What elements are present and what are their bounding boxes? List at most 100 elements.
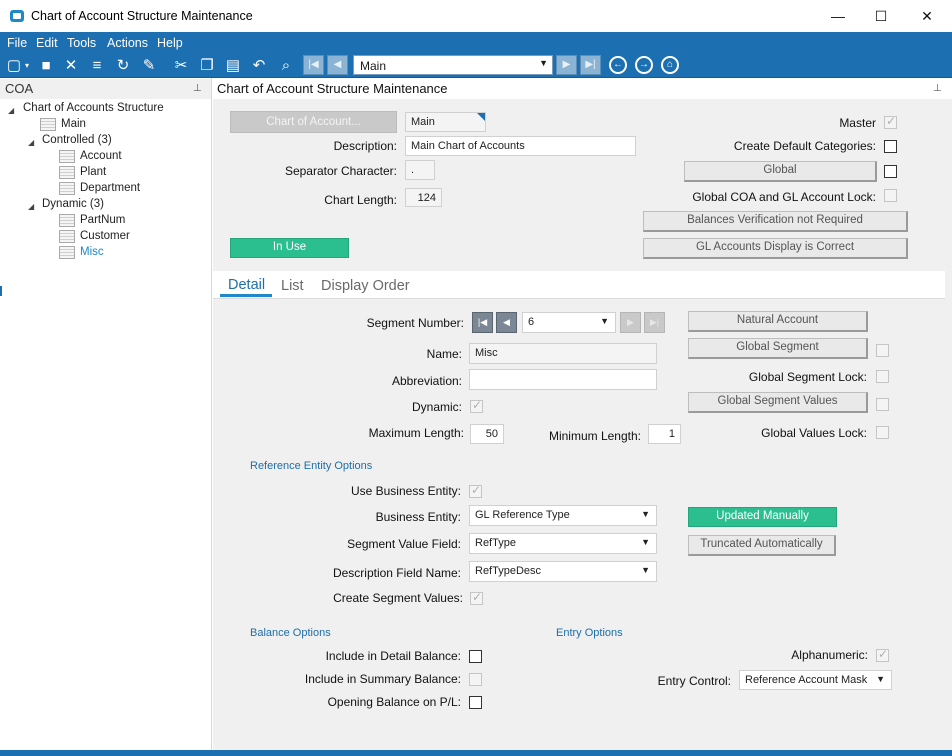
record-combo[interactable]: Main ▼ (353, 55, 553, 75)
last-segment-icon[interactable]: ▶| (644, 312, 665, 333)
global-coa-lock-checkbox[interactable] (884, 189, 897, 202)
search-icon[interactable]: ⌕ (276, 56, 296, 76)
document-icon (40, 118, 56, 131)
global-checkbox[interactable] (884, 165, 897, 178)
tree-node-main[interactable]: Main (61, 118, 86, 130)
abbreviation-field[interactable] (469, 369, 657, 390)
collapse-icon[interactable]: ◢ (28, 138, 34, 147)
first-segment-icon[interactable]: |◀ (472, 312, 493, 333)
bottom-status-strip (0, 750, 952, 756)
include-summary-balance-checkbox[interactable] (469, 673, 482, 686)
global-button[interactable]: Global (684, 161, 877, 182)
separator-field[interactable]: . (405, 160, 435, 180)
natural-account-button[interactable]: Natural Account (688, 311, 868, 332)
tree-node-misc[interactable]: Misc (80, 246, 104, 258)
global-segment-checkbox[interactable] (876, 344, 889, 357)
global-segment-button[interactable]: Global Segment (688, 338, 868, 359)
pin-icon[interactable]: ⊥ (933, 83, 942, 94)
cut-icon[interactable]: ✂ (171, 56, 191, 76)
maximize-button[interactable]: ☐ (858, 0, 904, 32)
opening-balance-checkbox[interactable] (469, 696, 482, 709)
description-field-name-combo[interactable]: RefTypeDesc ▼ (469, 561, 657, 582)
last-record-icon[interactable]: ▶| (580, 55, 601, 75)
alphanumeric-checkbox[interactable] (876, 647, 889, 662)
business-entity-combo[interactable]: GL Reference Type ▼ (469, 505, 657, 526)
use-business-entity-checkbox[interactable] (469, 483, 482, 498)
new-icon[interactable]: ▢ (4, 56, 24, 76)
global-segment-lock-label: Global Segment Lock: (748, 370, 867, 384)
tab-list[interactable]: List (281, 278, 304, 294)
book-icon[interactable]: ≡ (87, 56, 107, 76)
global-segment-values-checkbox[interactable] (876, 398, 889, 411)
entry-control-combo[interactable]: Reference Account Mask ▼ (739, 670, 892, 690)
save-icon[interactable]: ■ (36, 56, 56, 76)
undo-icon[interactable]: ↶ (249, 56, 269, 76)
master-checkbox[interactable] (884, 114, 897, 129)
chevron-down-icon[interactable]: ▼ (641, 565, 650, 575)
segment-number-combo[interactable]: 6 ▼ (522, 312, 616, 333)
tree-node-dynamic[interactable]: Dynamic (3) (42, 198, 104, 210)
copy-icon[interactable]: ❐ (197, 56, 217, 76)
back-icon[interactable]: ← (609, 56, 627, 74)
min-length-field[interactable]: 1 (648, 424, 681, 444)
truncated-automatically-button[interactable]: Truncated Automatically (688, 535, 836, 556)
updated-manually-button[interactable]: Updated Manually (688, 507, 837, 527)
in-use-button[interactable]: In Use (230, 238, 349, 258)
menu-help[interactable]: Help (157, 36, 183, 50)
tab-display-order[interactable]: Display Order (321, 278, 410, 294)
close-window-button[interactable]: ✕ (904, 0, 950, 32)
chevron-down-icon[interactable]: ▼ (600, 316, 609, 326)
segment-value-field-combo[interactable]: RefType ▼ (469, 533, 657, 554)
menu-actions[interactable]: Actions (107, 36, 148, 50)
previous-segment-icon[interactable]: ◀ (496, 312, 517, 333)
next-record-icon[interactable]: ▶ (556, 55, 577, 75)
name-field[interactable]: Misc (469, 343, 657, 364)
menu-tools[interactable]: Tools (67, 36, 96, 50)
chevron-down-icon[interactable]: ▼ (539, 58, 548, 68)
chart-of-account-button[interactable]: Chart of Account... (230, 111, 397, 133)
forward-icon[interactable]: → (635, 56, 653, 74)
corner-indicator (477, 113, 485, 121)
pin-icon[interactable]: ⊥ (193, 83, 202, 94)
max-length-field[interactable]: 50 (470, 424, 504, 444)
collapse-icon[interactable]: ◢ (8, 106, 14, 115)
chart-field[interactable]: Main (405, 112, 486, 132)
menu-file[interactable]: File (7, 36, 27, 50)
refresh-icon[interactable]: ↻ (113, 56, 133, 76)
tree-node-customer[interactable]: Customer (80, 230, 130, 242)
collapse-icon[interactable]: ◢ (28, 202, 34, 211)
delete-icon[interactable]: ✕ (61, 56, 81, 76)
home-icon[interactable]: ⌂ (661, 56, 679, 74)
tree-node-root[interactable]: Chart of Accounts Structure (23, 102, 164, 114)
tree-panel-title: COA (5, 81, 34, 96)
chevron-down-icon[interactable]: ▼ (641, 537, 650, 547)
include-detail-balance-checkbox[interactable] (469, 650, 482, 663)
next-segment-icon[interactable]: ▶ (620, 312, 641, 333)
active-tab-indicator (220, 294, 272, 297)
create-default-categories-checkbox[interactable] (884, 140, 897, 153)
global-values-lock-checkbox[interactable] (876, 426, 889, 439)
balances-verification-button[interactable]: Balances Verification not Required (643, 211, 908, 232)
segment-value-field-label: Segment Value Field: (347, 537, 461, 551)
menu-edit[interactable]: Edit (36, 36, 58, 50)
create-segment-values-checkbox[interactable] (470, 590, 483, 605)
global-segment-values-button[interactable]: Global Segment Values (688, 392, 868, 413)
tree-node-department[interactable]: Department (80, 182, 140, 194)
description-field[interactable]: Main Chart of Accounts (405, 136, 636, 156)
clear-icon[interactable]: ✎ (139, 56, 159, 76)
first-record-icon[interactable]: |◀ (303, 55, 324, 75)
paste-icon[interactable]: ▤ (223, 56, 243, 76)
minimize-button[interactable]: — (815, 0, 861, 32)
dynamic-checkbox[interactable] (470, 398, 483, 413)
chevron-down-icon[interactable]: ▼ (876, 674, 885, 684)
previous-record-icon[interactable]: ◀ (327, 55, 348, 75)
tab-detail[interactable]: Detail (228, 277, 265, 293)
tree-node-plant[interactable]: Plant (80, 166, 106, 178)
global-segment-lock-checkbox[interactable] (876, 370, 889, 383)
chevron-down-icon[interactable]: ▼ (641, 509, 650, 519)
tree-node-controlled[interactable]: Controlled (3) (42, 134, 112, 146)
gl-accounts-display-button[interactable]: GL Accounts Display is Correct (643, 238, 908, 259)
tree-node-partnum[interactable]: PartNum (80, 214, 125, 226)
tree-node-account[interactable]: Account (80, 150, 122, 162)
new-dropdown-icon[interactable]: ▾ (22, 56, 32, 76)
